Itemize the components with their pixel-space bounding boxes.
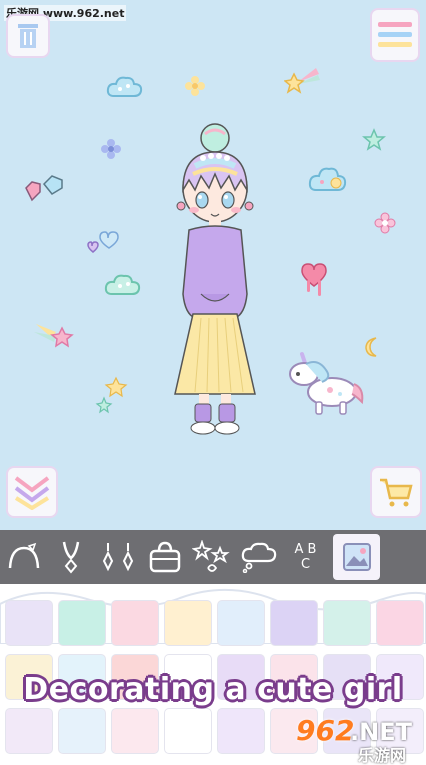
tool-letters[interactable]: A B C [282,534,329,580]
pink-flower-sticker[interactable] [374,212,396,234]
promo-caption: Decorating a cute girl [23,672,403,707]
site-logo-number: 962 [296,714,355,747]
hearts-sticker[interactable] [84,228,122,256]
tool-bag[interactable] [141,534,188,580]
tool-necklace[interactable] [47,534,94,580]
dripping-heart-sticker[interactable] [300,262,328,298]
mint-cloud-sticker[interactable] [104,272,142,298]
shop-button[interactable] [372,468,420,516]
background-icon [342,543,371,571]
palette-swatch[interactable] [58,708,106,754]
necklace-icon [62,541,79,574]
trash-icon [18,24,38,48]
dress-up-stage[interactable]: 乐游网 www.962.net [0,0,426,530]
rainbow-cloud-sticker[interactable] [308,164,348,194]
cloud-sticker[interactable] [106,74,144,100]
unicorn-sticker[interactable] [282,348,366,420]
sparkles-icon [191,540,230,572]
trash-button[interactable] [8,16,48,56]
palette-swatch[interactable] [217,708,265,754]
abc-letters-icon: A B C [294,542,317,572]
menu-icon [378,22,412,47]
palette-swatch[interactable] [5,600,53,646]
star-sticker[interactable] [362,128,386,152]
palette-swatch[interactable] [164,600,212,646]
gem-stickers[interactable] [22,174,68,206]
earrings-icon [102,543,133,572]
palette-swatch[interactable] [111,600,159,646]
bag-icon [149,541,180,573]
headband-icon [8,542,39,569]
tool-earrings[interactable] [94,534,141,580]
menu-button[interactable] [372,10,418,60]
palette-swatch[interactable] [376,600,424,646]
collapse-button[interactable] [8,468,56,516]
small-stars-sticker[interactable] [94,376,130,416]
tool-speech-bubble[interactable] [235,534,282,580]
tool-sparkles[interactable] [188,534,235,580]
tool-headband[interactable] [0,534,47,580]
palette-swatch[interactable] [5,708,53,754]
cart-icon [380,478,413,507]
blue-flower-sticker[interactable] [100,138,122,160]
palette-swatch[interactable] [323,600,371,646]
palette-swatch[interactable] [58,600,106,646]
chevron-down-icon [14,476,50,510]
palette-swatch[interactable] [217,600,265,646]
palette-swatch[interactable] [111,708,159,754]
category-toolbar: A B C [0,530,426,584]
speech-bubble-icon [241,542,276,573]
doll-character[interactable] [165,118,265,440]
site-logo: 962 .NET 乐游网 [290,712,422,765]
palette-swatch[interactable] [164,708,212,754]
shooting-star-sticker-2[interactable] [32,318,74,350]
shooting-star-sticker[interactable] [284,66,322,96]
tool-background[interactable] [333,534,380,580]
flower-sticker[interactable] [184,75,206,97]
palette-swatch[interactable] [270,600,318,646]
site-logo-chinese: 乐游网 [358,746,407,765]
